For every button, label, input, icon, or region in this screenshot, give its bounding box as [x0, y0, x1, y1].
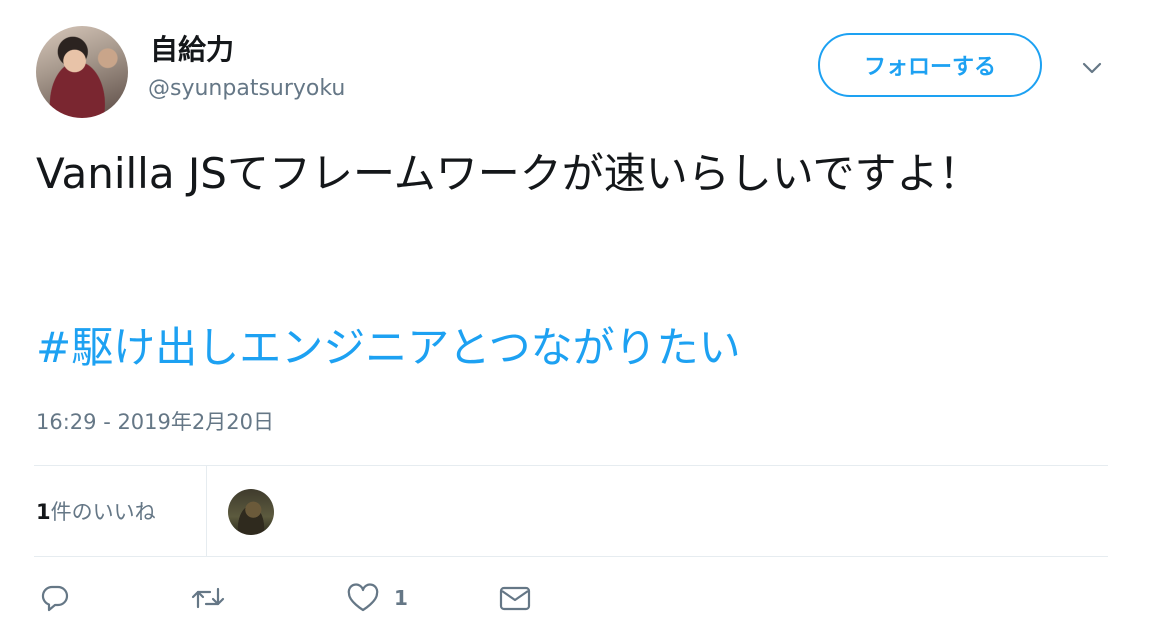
- tweet-text: Vanilla JSてフレームワークが速いらしいですよ！: [36, 149, 981, 198]
- reply-icon: [40, 583, 70, 613]
- direct-message-button[interactable]: [498, 582, 532, 614]
- tweet-timestamp[interactable]: 16:29 - 2019年2月20日: [36, 406, 274, 436]
- retweet-icon: [190, 583, 226, 613]
- stats-bottom-divider: [34, 556, 1108, 557]
- likes-label-text: 件のいいね: [50, 500, 156, 524]
- chevron-down-icon[interactable]: [1080, 58, 1104, 78]
- user-handle[interactable]: @syunpatsuryoku: [148, 76, 345, 101]
- likes-count-link[interactable]: 1件のいいね: [36, 496, 156, 526]
- hashtag-link[interactable]: #駆け出しエンジニアとつながりたい: [36, 318, 741, 378]
- user-display-name[interactable]: 自給力: [150, 28, 234, 68]
- envelope-icon: [498, 583, 532, 613]
- reply-button[interactable]: [40, 582, 70, 614]
- liker-avatar[interactable]: [228, 489, 274, 535]
- likes-count: 1: [36, 500, 51, 524]
- like-count: 1: [394, 586, 408, 610]
- follow-button-label: フォローする: [863, 55, 996, 80]
- stats-top-divider: [34, 465, 1108, 466]
- like-button[interactable]: 1: [346, 582, 408, 614]
- follow-button[interactable]: フォローする: [818, 33, 1042, 97]
- user-avatar[interactable]: [36, 26, 128, 118]
- retweet-button[interactable]: [190, 582, 226, 614]
- stats-vertical-divider: [206, 465, 207, 556]
- heart-icon: [346, 583, 380, 613]
